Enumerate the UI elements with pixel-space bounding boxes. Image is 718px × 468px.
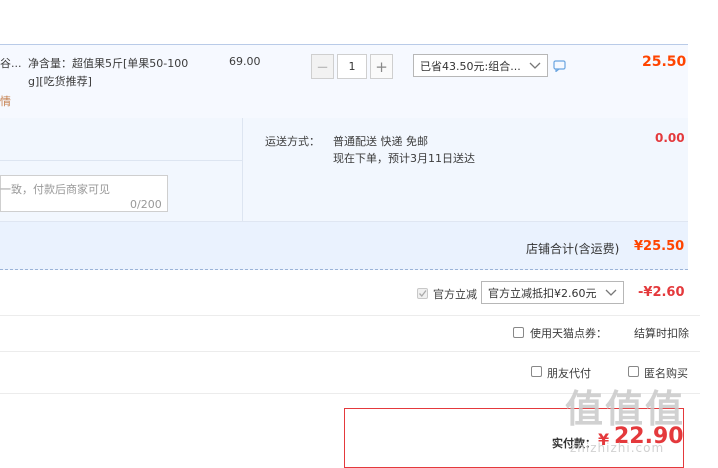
official-discount-select-label: 官方立减抵扣¥2.60元: [488, 286, 597, 300]
tmall-points-checkbox[interactable]: [513, 327, 524, 338]
discount-select-label: 已省43.50元:组合...: [420, 59, 521, 73]
message-divider: [0, 160, 242, 161]
item-spec-line1: 净含量：超值果5斤[单果50-100: [28, 57, 189, 70]
qty-minus-button[interactable]: −: [311, 54, 334, 79]
row-divider: [0, 351, 700, 352]
check-icon: [419, 290, 427, 298]
qty-plus-button[interactable]: +: [370, 54, 393, 79]
qty-input[interactable]: 1: [337, 54, 367, 79]
friend-pay-checkbox[interactable]: [531, 366, 542, 377]
watermark-glyph: 值: [565, 387, 606, 431]
store-total-label: 店铺合计(含运费): [526, 242, 620, 256]
official-discount-checkbox[interactable]: [417, 288, 428, 299]
item-title-fragment[interactable]: 谷...: [0, 55, 22, 71]
shipping-label: 运送方式：: [265, 135, 320, 148]
store-total-amount: ¥25.50: [634, 239, 685, 254]
shipping-fee: 0.00: [655, 131, 685, 145]
item-detail-link[interactable]: 情: [0, 93, 11, 109]
chat-icon[interactable]: [553, 60, 566, 72]
message-counter: 0/200: [130, 198, 162, 211]
chevron-down-icon: [605, 289, 617, 296]
watermark-logo: 值值值: [565, 378, 685, 433]
quantity-stepper: − 1 +: [311, 54, 393, 79]
tmall-points-note: 结算时扣除: [634, 327, 689, 340]
watermark-glyph: 值: [605, 387, 646, 431]
row-divider: [0, 315, 700, 316]
official-discount-amount: -¥2.60: [638, 285, 685, 300]
shipping-method: 普通配送 快递 免邮: [333, 135, 428, 148]
shipping-divider: [242, 118, 243, 221]
official-discount-select[interactable]: 官方立减抵扣¥2.60元: [481, 281, 624, 304]
message-placeholder: 一致，付款后商家可见: [0, 183, 110, 196]
anonymous-checkbox[interactable]: [628, 366, 639, 377]
item-unit-price: 69.00: [229, 55, 261, 68]
item-subtotal: 25.50: [642, 54, 687, 70]
item-spec-line2: g][吃货推荐]: [28, 75, 92, 88]
official-discount-label: 官方立减: [433, 288, 477, 301]
shipping-eta: 现在下单，预计3月11日送达: [333, 152, 475, 165]
tmall-points-label: 使用天猫点券：: [530, 327, 607, 340]
watermark-site: zhizhizhi.com: [570, 441, 665, 455]
discount-select[interactable]: 已省43.50元:组合...: [413, 54, 548, 77]
watermark-glyph: 值: [645, 387, 686, 431]
chevron-down-icon: [529, 62, 541, 69]
